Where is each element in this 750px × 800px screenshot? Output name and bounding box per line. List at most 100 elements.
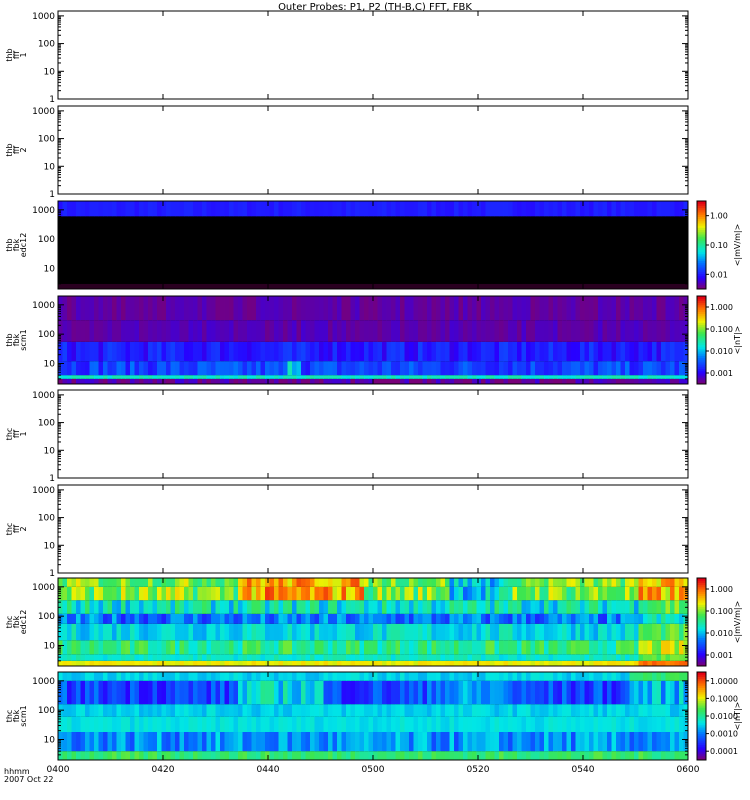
spectrogram-cell [665, 216, 671, 284]
spectrogram-cell [193, 704, 198, 717]
spectrogram-cell [602, 623, 608, 641]
spectrogram-cell [661, 375, 666, 379]
spectrogram-cell [373, 375, 378, 379]
spectrogram-cell [332, 680, 338, 705]
spectrogram-cell [670, 600, 675, 614]
spectrogram-cell [616, 716, 621, 733]
spectrogram-cell [472, 341, 477, 362]
spectrogram-cell [229, 716, 234, 733]
spectrogram-cell [485, 201, 491, 217]
spectrogram-cell [287, 751, 293, 760]
spectrogram-cell [535, 680, 540, 705]
spectrogram-cell [431, 283, 437, 289]
spectrogram-cell [193, 751, 198, 760]
spectrogram-cell [643, 216, 648, 284]
spectrogram-cell [679, 751, 684, 760]
spectrogram-cell [152, 283, 158, 289]
spectrogram-cell [278, 704, 284, 717]
spectrogram-cell [526, 732, 531, 752]
spectrogram-cell [211, 216, 216, 284]
spectrogram-cell [238, 716, 243, 733]
spectrogram-cell [179, 704, 185, 717]
spectrogram-cell [319, 378, 324, 384]
spectrogram-cell [670, 320, 675, 342]
spectrogram-cell [112, 704, 117, 717]
spectrogram-cell [566, 640, 572, 655]
spectrogram-cell [134, 680, 140, 705]
spectrogram-cell [647, 283, 653, 289]
spectrogram-cell [652, 216, 657, 284]
spectrogram-cell [436, 716, 441, 733]
spectrogram-cell [193, 680, 198, 705]
spectrogram-cell [445, 320, 450, 342]
spectrogram-cell [139, 341, 144, 362]
spectrogram-cell [382, 586, 387, 601]
spectrogram-cell [175, 640, 180, 655]
spectrogram-cell [76, 361, 81, 376]
spectrogram-cell [490, 654, 495, 661]
spectrogram-cell [328, 296, 333, 321]
spectrogram-cell [647, 672, 653, 681]
spectrogram-cell [224, 283, 230, 289]
spectrogram-cell [125, 654, 131, 661]
spectrogram-cell [625, 654, 630, 661]
spectrogram-cell [80, 320, 86, 342]
spectrogram-cell [611, 716, 617, 733]
spectrogram-cell [337, 716, 342, 733]
spectrogram-cell [431, 378, 437, 384]
spectrogram-cell [94, 660, 99, 666]
spectrogram-cell [472, 296, 477, 321]
spectrogram-cell [661, 623, 666, 641]
spectrogram-cell [368, 732, 374, 752]
spectrogram-cell [80, 704, 86, 717]
spectrogram-cell [418, 283, 423, 289]
spectrogram-cell [323, 732, 329, 752]
spectrogram-cell [373, 320, 378, 342]
spectrogram-cell [409, 751, 414, 760]
spectrogram-cell [670, 216, 675, 284]
spectrogram-cell [467, 613, 473, 624]
spectrogram-cell [481, 296, 486, 321]
spectrogram-cell [319, 623, 324, 641]
spectrogram-cell [143, 672, 149, 681]
spectrogram-cell [197, 640, 203, 655]
spectrogram-cell [283, 201, 288, 217]
spectrogram-cell [454, 378, 459, 384]
spectrogram-cell [80, 216, 86, 284]
spectrogram-cell [310, 613, 315, 624]
spectrogram-cell [125, 361, 131, 376]
spectrogram-cell [629, 672, 635, 681]
spectrogram-cell [499, 361, 504, 376]
spectrogram-cell [71, 751, 77, 760]
spectrogram-cell [499, 613, 504, 624]
spectrogram-cell [418, 732, 423, 752]
spectrogram-cell [220, 361, 225, 376]
spectrogram-cell [283, 680, 288, 705]
spectrogram-cell [139, 375, 144, 379]
spectrogram-cell [553, 751, 558, 760]
spectrogram-cell [544, 296, 549, 321]
spectrogram-cell [184, 613, 189, 624]
spectrogram-cell [535, 201, 540, 217]
spectrogram-cell [584, 283, 590, 289]
spectrogram-cell [571, 732, 576, 752]
spectrogram-cell [80, 578, 86, 587]
spectrogram-cell [350, 613, 356, 624]
spectrogram-cell [188, 716, 194, 733]
spectrogram-cell [472, 378, 477, 384]
spectrogram-cell [314, 341, 320, 362]
spectrogram-cell [656, 320, 662, 342]
spectrogram-cell [580, 732, 585, 752]
spectrogram-cell [256, 751, 261, 760]
spectrogram-cell [436, 201, 441, 217]
spectrogram-cell [526, 672, 531, 681]
spectrogram-cell [413, 732, 419, 752]
spectrogram-cell [256, 216, 261, 284]
spectrogram-cell [544, 716, 549, 733]
spectrogram-cell [404, 216, 410, 284]
spectrogram-cell [521, 296, 527, 321]
spectrogram-cell [566, 320, 572, 342]
spectrogram-cell [202, 320, 207, 342]
spectrogram-cell [422, 201, 428, 217]
spectrogram-cell [679, 283, 684, 289]
